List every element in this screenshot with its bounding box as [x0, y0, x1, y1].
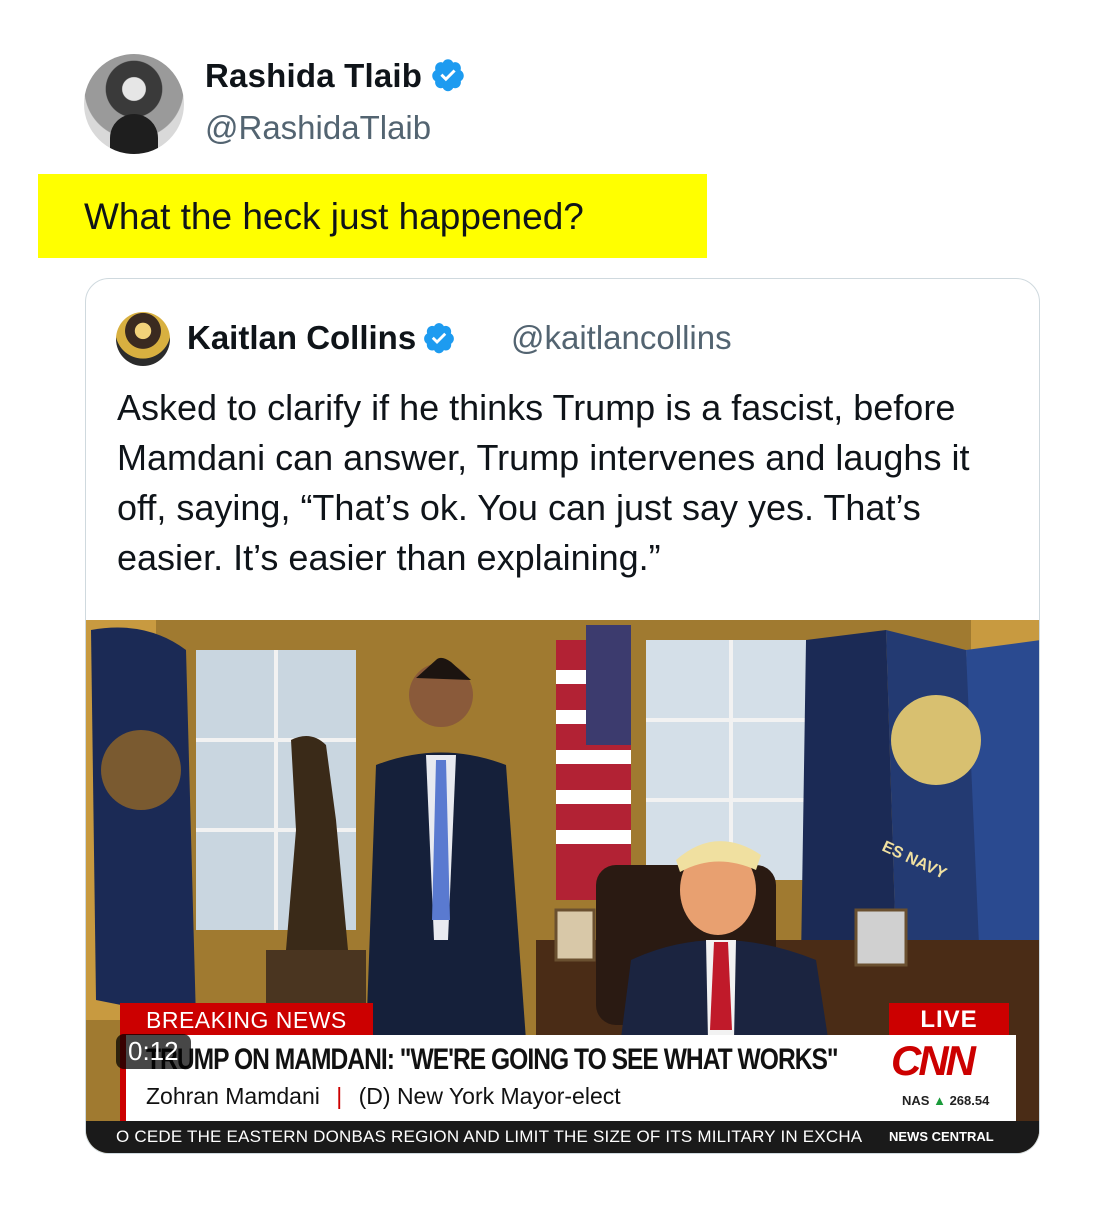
guest-title: (D) New York Mayor-elect	[358, 1083, 621, 1109]
name-line: Zohran Mamdani | (D) New York Mayor-elec…	[146, 1083, 621, 1110]
quoted-tweet-card[interactable]: Kaitlan Collins @kaitlancollins Asked to…	[85, 278, 1040, 1154]
quoted-author-name[interactable]: Kaitlan Collins	[187, 319, 416, 356]
ticker-up-icon: ▲	[933, 1093, 946, 1108]
separator: |	[336, 1083, 343, 1109]
guest-name: Zohran Mamdani	[146, 1083, 320, 1109]
video-duration: 0:12	[116, 1034, 191, 1069]
author-name-row[interactable]: Rashida Tlaib	[205, 57, 466, 96]
quoted-author-avatar[interactable]	[116, 312, 170, 366]
quoted-author-handle[interactable]: @kaitlancollins	[511, 319, 732, 357]
breaking-news-tag: BREAKING NEWS	[120, 1003, 373, 1035]
verified-badge-icon	[424, 323, 455, 354]
ticker-value: 268.54	[949, 1093, 990, 1108]
ticker-symbol: NAS	[902, 1093, 930, 1108]
cnn-logo: CNN	[891, 1037, 976, 1084]
lower-third: TRUMP ON MAMDANI: "WE'RE GOING TO SEE WH…	[120, 1035, 1016, 1121]
news-crawl: O CEDE THE EASTERN DONBAS REGION AND LIM…	[86, 1121, 1039, 1153]
verified-badge-icon	[432, 59, 464, 92]
video-player[interactable]: ES NAVY BREAKING NEWS LIVE TRUMP ON MAMD…	[86, 620, 1039, 1153]
live-tag: LIVE	[889, 1003, 1009, 1035]
crawl-text: O CEDE THE EASTERN DONBAS REGION AND LIM…	[116, 1127, 863, 1146]
author-handle[interactable]: @RashidaTlaib	[205, 109, 431, 147]
quoted-tweet-text: Asked to clarify if he thinks Trump is a…	[117, 387, 970, 578]
quoted-author-name-row[interactable]: Kaitlan Collins	[187, 319, 456, 357]
tweet-text: What the heck just happened?	[84, 196, 584, 237]
author-name[interactable]: Rashida Tlaib	[205, 57, 422, 94]
headline: TRUMP ON MAMDANI: "WE'RE GOING TO SEE WH…	[146, 1043, 839, 1076]
crawl-brand: NEWS CENTRAL	[889, 1129, 994, 1144]
stock-ticker: NAS ▲ 268.54	[902, 1093, 989, 1108]
author-avatar[interactable]	[84, 54, 184, 154]
